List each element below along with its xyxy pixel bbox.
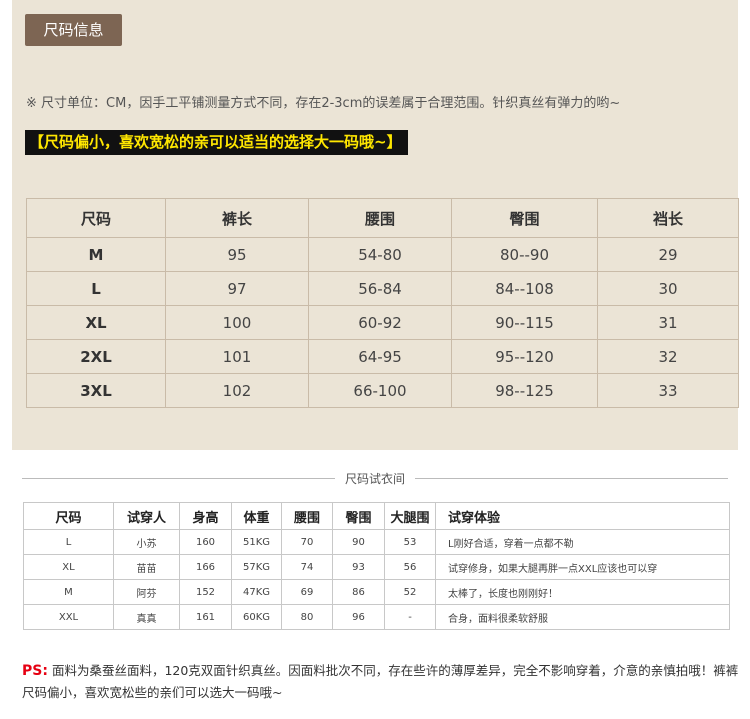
table-cell: 太棒了，长度也刚刚好！ (435, 579, 730, 605)
table-cell: 32 (597, 339, 739, 374)
ps-text: 面料为桑蚕丝面料，120克双面针织真丝。因面料批次不同，存在些许的薄厚差异，完全… (22, 663, 739, 700)
table-cell: 31 (597, 305, 739, 340)
table-cell: 69 (281, 579, 333, 605)
fit-room-heading: 尺码试衣间 (22, 470, 728, 486)
table-row: XXL 真真 161 60KG 80 96 - 合身，面料很柔软舒服 (23, 604, 730, 630)
table-cell: 64-95 (308, 339, 452, 374)
table-cell: 97 (165, 271, 309, 306)
table-row: 3XL 102 66-100 98--125 33 (26, 373, 739, 408)
table-cell: L (23, 529, 114, 555)
table-cell: 56 (384, 554, 436, 580)
table-cell: 54-80 (308, 237, 452, 272)
table-cell: 161 (179, 604, 232, 630)
fit-room-table: 尺码 试穿人 身高 体重 腰围 臀围 大腿围 试穿体验 L 小苏 160 51K… (23, 502, 730, 630)
header-cell: 试穿人 (113, 502, 180, 530)
table-row: 2XL 101 64-95 95--120 32 (26, 339, 739, 374)
header-cell: 腰围 (308, 198, 452, 238)
header-cell: 试穿体验 (435, 502, 730, 530)
size-info-panel: 尺码信息 ※ 尺寸单位：CM，因手工平铺测量方式不同，存在2-3cm的误差属于合… (12, 0, 739, 450)
table-cell: - (384, 604, 436, 630)
size-table: 尺码 裤长 腰围 臀围 裆长 M 95 54-80 80--90 29 L 97… (26, 198, 739, 408)
table-cell: 70 (281, 529, 333, 555)
size-cell: 3XL (26, 373, 166, 408)
header-cell: 身高 (179, 502, 232, 530)
table-cell: 95 (165, 237, 309, 272)
ps-label: PS: (22, 663, 48, 679)
table-cell: 试穿修身，如果大腿再胖一点XXL应该也可以穿 (435, 554, 730, 580)
table-cell: 51KG (231, 529, 282, 555)
size-cell: 2XL (26, 339, 166, 374)
table-cell: 47KG (231, 579, 282, 605)
size-note: ※ 尺寸单位：CM，因手工平铺测量方式不同，存在2-3cm的误差属于合理范围。针… (26, 96, 621, 111)
table-cell: 33 (597, 373, 739, 408)
table-cell: 95--120 (451, 339, 598, 374)
table-cell: 86 (332, 579, 385, 605)
fit-room-title: 尺码试衣间 (334, 472, 415, 486)
size-banner: 【尺码偏小，喜欢宽松的亲可以适当的选择大一码哦~】 (25, 130, 408, 155)
section-tag: 尺码信息 (25, 14, 122, 46)
header-cell: 臀围 (332, 502, 385, 530)
table-cell: 90--115 (451, 305, 598, 340)
header-cell: 大腿围 (384, 502, 436, 530)
table-cell: 74 (281, 554, 333, 580)
table-cell: 苗苗 (113, 554, 180, 580)
table-row: XL 100 60-92 90--115 31 (26, 305, 739, 340)
size-table-header: 尺码 裤长 腰围 臀围 裆长 (26, 198, 739, 238)
table-cell: 53 (384, 529, 436, 555)
table-cell: XL (23, 554, 114, 580)
table-cell: 80--90 (451, 237, 598, 272)
table-cell: 96 (332, 604, 385, 630)
header-cell: 裆长 (597, 198, 739, 238)
table-cell: XXL (23, 604, 114, 630)
table-cell: 80 (281, 604, 333, 630)
header-cell: 尺码 (23, 502, 114, 530)
header-cell: 体重 (231, 502, 282, 530)
table-cell: 小苏 (113, 529, 180, 555)
table-cell: M (23, 579, 114, 605)
table-cell: 102 (165, 373, 309, 408)
table-cell: 160 (179, 529, 232, 555)
table-cell: 101 (165, 339, 309, 374)
fit-table-header: 尺码 试穿人 身高 体重 腰围 臀围 大腿围 试穿体验 (23, 502, 730, 530)
table-cell: L刚好合适，穿着一点都不勒 (435, 529, 730, 555)
ps-note: PS: 面料为桑蚕丝面料，120克双面针织真丝。因面料批次不同，存在些许的薄厚差… (22, 660, 742, 704)
size-cell: M (26, 237, 166, 272)
header-cell: 腰围 (281, 502, 333, 530)
table-cell: 152 (179, 579, 232, 605)
table-row: L 97 56-84 84--108 30 (26, 271, 739, 306)
header-cell: 臀围 (451, 198, 598, 238)
table-cell: 阿芬 (113, 579, 180, 605)
table-row: L 小苏 160 51KG 70 90 53 L刚好合适，穿着一点都不勒 (23, 529, 730, 555)
table-cell: 52 (384, 579, 436, 605)
table-row: M 阿芬 152 47KG 69 86 52 太棒了，长度也刚刚好！ (23, 579, 730, 605)
table-row: M 95 54-80 80--90 29 (26, 237, 739, 272)
table-cell: 57KG (231, 554, 282, 580)
table-cell: 84--108 (451, 271, 598, 306)
table-cell: 真真 (113, 604, 180, 630)
table-cell: 100 (165, 305, 309, 340)
header-cell: 尺码 (26, 198, 166, 238)
table-cell: 90 (332, 529, 385, 555)
header-cell: 裤长 (165, 198, 309, 238)
table-cell: 30 (597, 271, 739, 306)
table-cell: 98--125 (451, 373, 598, 408)
table-cell: 93 (332, 554, 385, 580)
size-cell: L (26, 271, 166, 306)
table-cell: 60KG (231, 604, 282, 630)
table-cell: 66-100 (308, 373, 452, 408)
table-cell: 56-84 (308, 271, 452, 306)
table-cell: 60-92 (308, 305, 452, 340)
size-cell: XL (26, 305, 166, 340)
table-cell: 合身，面料很柔软舒服 (435, 604, 730, 630)
table-cell: 166 (179, 554, 232, 580)
table-row: XL 苗苗 166 57KG 74 93 56 试穿修身，如果大腿再胖一点XXL… (23, 554, 730, 580)
table-cell: 29 (597, 237, 739, 272)
